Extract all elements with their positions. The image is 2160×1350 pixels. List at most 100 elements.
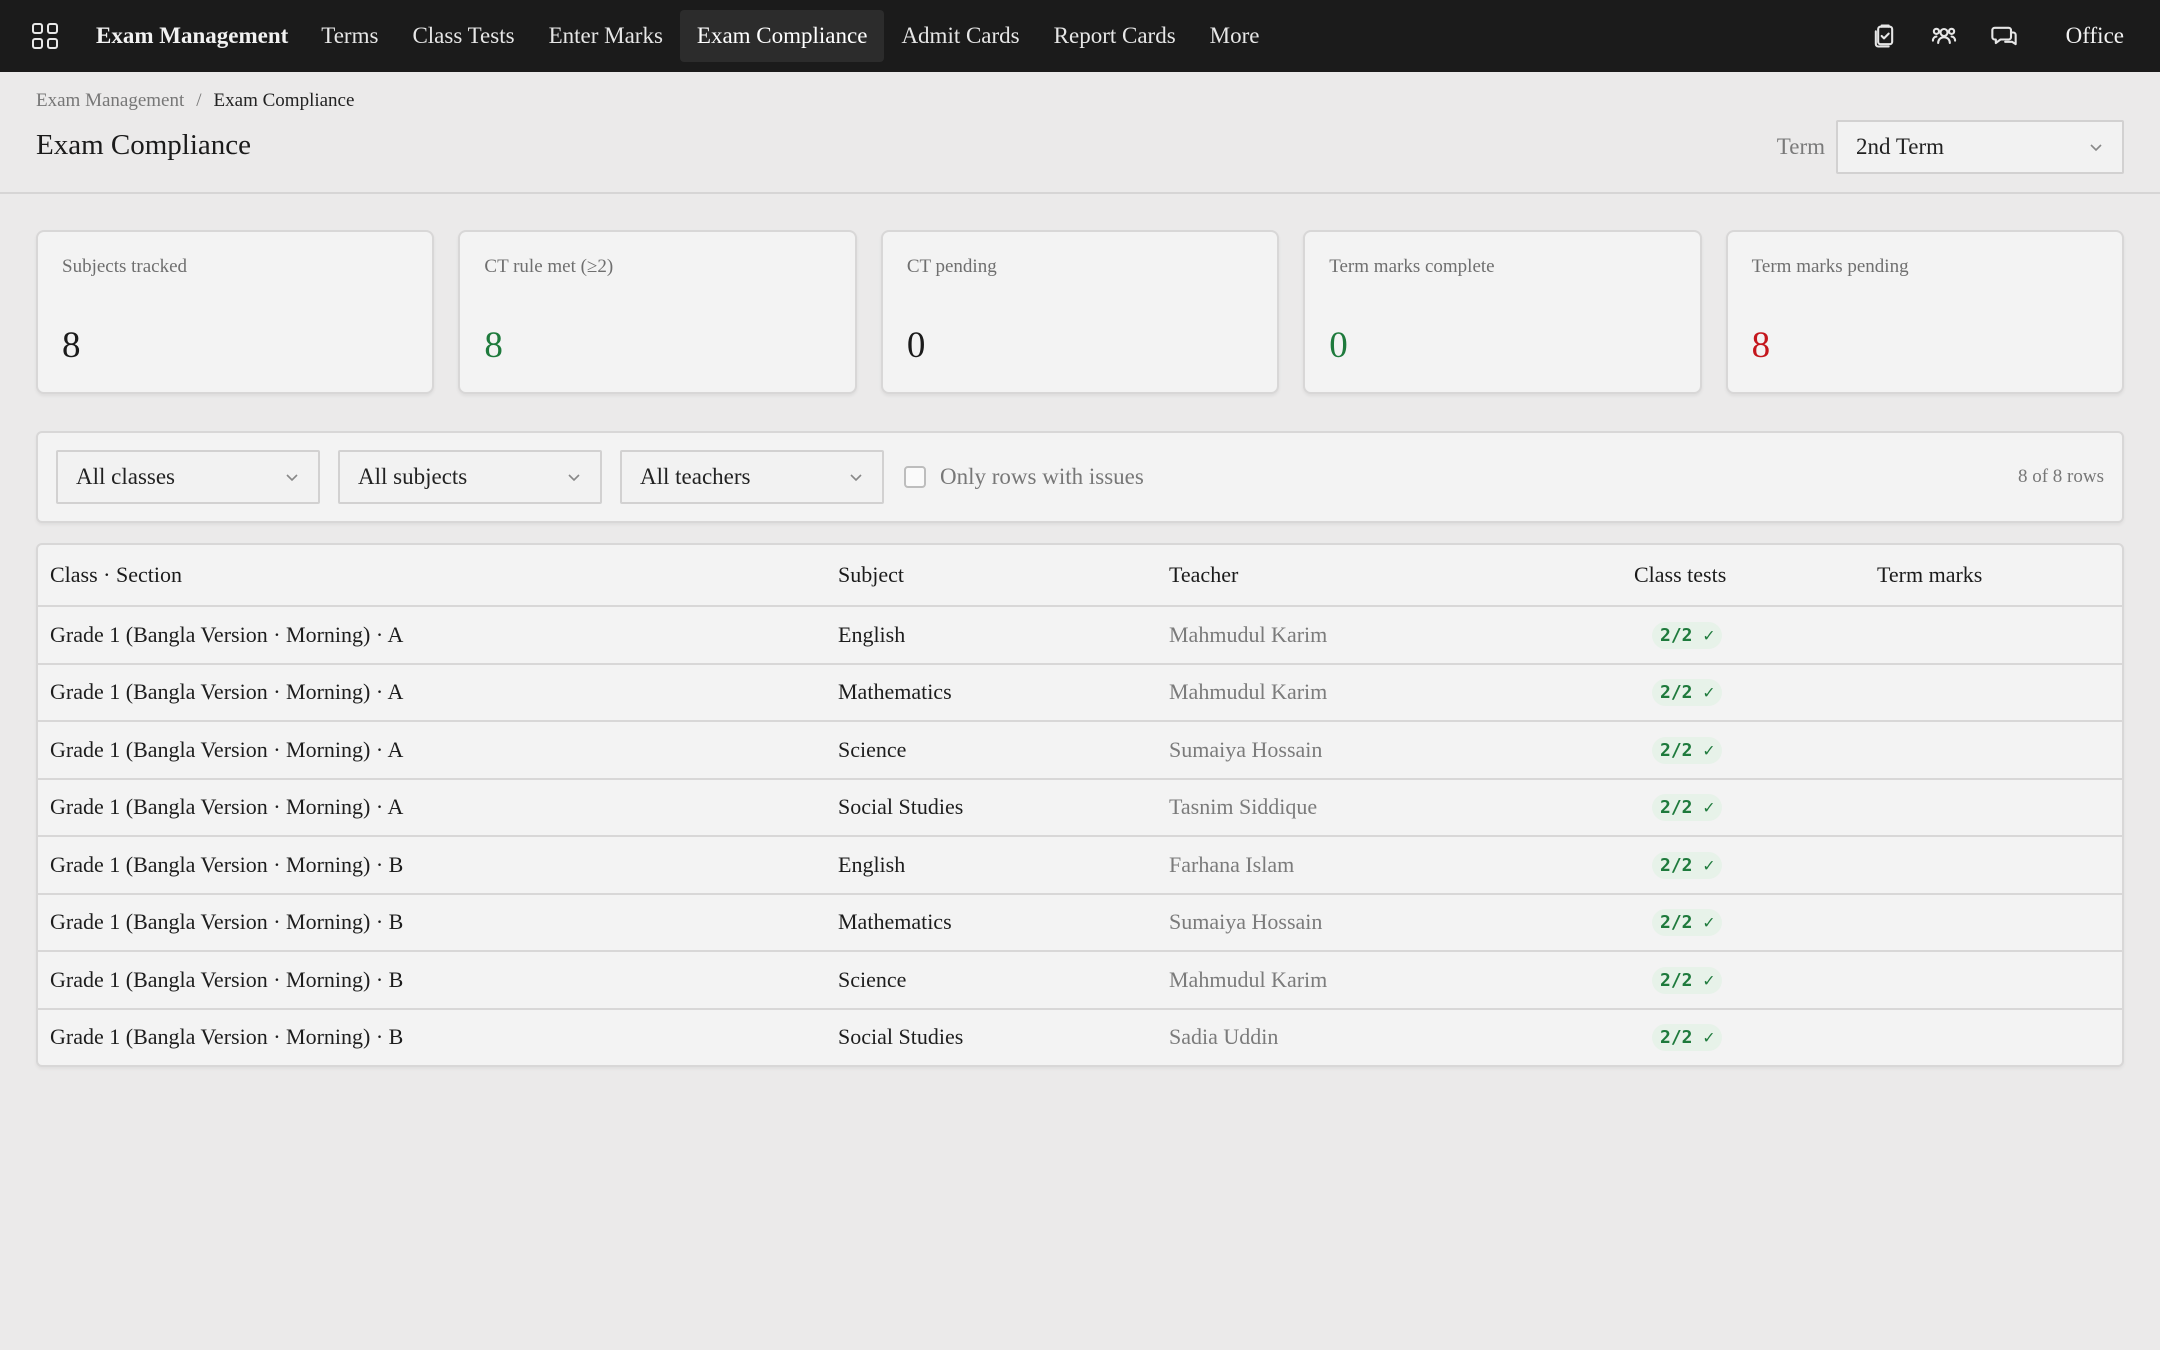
cell-subject: English (838, 621, 906, 647)
table-row[interactable]: Grade 1 (Bangla Version · Morning) · B S… (38, 950, 2122, 1008)
table-row[interactable]: Grade 1 (Bangla Version · Morning) · A S… (38, 720, 2122, 778)
table-row[interactable]: Grade 1 (Bangla Version · Morning) · A M… (38, 662, 2122, 721)
cell-class-section: Grade 1 (Bangla Version · Morning) · B (50, 966, 404, 992)
compliance-table: Class · Section Subject Teacher Class te… (36, 543, 2124, 1067)
cell-class-tests: 2/2 ✓ (1634, 908, 1877, 937)
stat-value: 0 (906, 325, 926, 366)
subject-filter-select[interactable]: All subjects (338, 450, 602, 504)
table-row[interactable]: Grade 1 (Bangla Version · Morning) · B M… (38, 892, 2122, 951)
term-label: Term (1776, 134, 1825, 159)
stat-card-term-marks-complete: Term marks complete 0 (1303, 230, 1702, 394)
users-icon[interactable] (1914, 0, 1974, 72)
cell-subject: Social Studies (838, 794, 964, 820)
top-navigation-bar: Exam Management Terms Class Tests Enter … (0, 0, 2160, 72)
stat-value: 8 (1751, 325, 1771, 366)
nav-link-report-cards[interactable]: Report Cards (1037, 10, 1193, 62)
ct-status-badge: 2/2 ✓ (1652, 621, 1723, 649)
stat-card-ct-rule-met: CT rule met (≥2) 8 (458, 230, 857, 394)
teacher-filter-value: All teachers (640, 464, 751, 489)
chevron-down-icon (850, 474, 862, 482)
cell-teacher: Sadia Uddin (1169, 1024, 1279, 1050)
nav-link-exam-compliance[interactable]: Exam Compliance (679, 10, 885, 62)
column-header-class-tests[interactable]: Class tests (1634, 562, 1877, 588)
cell-teacher: Mahmudul Karim (1169, 966, 1328, 992)
cell-teacher: Tasnim Siddique (1169, 794, 1318, 820)
term-select-value: 2nd Term (1856, 134, 1945, 159)
cell-subject: Mathematics (838, 679, 952, 705)
cell-class-section: Grade 1 (Bangla Version · Morning) · A (50, 794, 404, 820)
stat-label: CT pending (906, 256, 997, 277)
term-select[interactable]: 2nd Term (1836, 120, 2124, 174)
stat-card-term-marks-pending: Term marks pending 8 (1725, 230, 2125, 394)
column-header-class[interactable]: Class · Section (38, 562, 838, 588)
nav-link-more[interactable]: More (1193, 10, 1277, 62)
stat-value: 8 (484, 325, 503, 366)
cell-teacher: Farhana Islam (1169, 851, 1295, 877)
cell-teacher: Sumaiya Hossain (1169, 736, 1323, 762)
chevron-down-icon (286, 474, 298, 482)
cell-subject: English (838, 851, 906, 877)
subject-filter-value: All subjects (358, 464, 468, 489)
stat-label: Term marks pending (1751, 256, 1909, 277)
cell-subject: Science (838, 736, 907, 762)
cell-teacher: Mahmudul Karim (1169, 679, 1328, 705)
row-count: 8 of 8 rows (2017, 466, 2104, 487)
nav-brand[interactable]: Exam Management (80, 23, 304, 49)
ct-status-badge: 2/2 ✓ (1652, 679, 1723, 707)
cell-class-section: Grade 1 (Bangla Version · Morning) · B (50, 1024, 404, 1050)
cell-teacher: Mahmudul Karim (1169, 621, 1328, 647)
column-header-teacher[interactable]: Teacher (1169, 562, 1634, 588)
cell-class-tests: 2/2 ✓ (1634, 736, 1877, 764)
nav-link-terms[interactable]: Terms (304, 10, 395, 62)
cell-teacher: Sumaiya Hossain (1169, 909, 1323, 935)
office-menu[interactable]: Office (2066, 23, 2124, 49)
nav-links: Terms Class Tests Enter Marks Exam Compl… (304, 0, 1276, 72)
cell-class-tests: 2/2 ✓ (1634, 678, 1877, 707)
table-row[interactable]: Grade 1 (Bangla Version · Morning) · B E… (38, 835, 2122, 893)
cell-subject: Science (838, 966, 907, 992)
cell-class-section: Grade 1 (Bangla Version · Morning) · A (50, 736, 404, 762)
table-row[interactable]: Grade 1 (Bangla Version · Morning) · A E… (38, 605, 2122, 663)
table-row[interactable]: Grade 1 (Bangla Version · Morning) · B S… (38, 1007, 2122, 1066)
cell-class-section: Grade 1 (Bangla Version · Morning) · A (50, 679, 404, 705)
filter-bar: All classes All subjects All teachers On… (36, 431, 2124, 523)
app-grid-icon[interactable] (32, 23, 58, 49)
nav-link-enter-marks[interactable]: Enter Marks (532, 10, 680, 62)
ct-status-badge: 2/2 ✓ (1652, 909, 1723, 937)
class-filter-value: All classes (76, 464, 176, 489)
ct-status-badge: 2/2 ✓ (1652, 851, 1723, 879)
cell-subject: Social Studies (838, 1024, 964, 1050)
teacher-filter-select[interactable]: All teachers (620, 450, 884, 504)
column-header-subject[interactable]: Subject (838, 562, 1169, 588)
cell-class-section: Grade 1 (Bangla Version · Morning) · B (50, 909, 404, 935)
ct-status-badge: 2/2 ✓ (1652, 1024, 1723, 1052)
breadcrumb-separator: / (196, 90, 202, 111)
class-filter-select[interactable]: All classes (56, 450, 320, 504)
table-header-row: Class · Section Subject Teacher Class te… (38, 545, 2122, 605)
nav-right-group: Office (1854, 0, 2124, 72)
issues-only-label[interactable]: Only rows with issues (940, 464, 1144, 490)
ct-status-badge: 2/2 ✓ (1652, 794, 1723, 822)
cell-class-tests: 2/2 ✓ (1634, 966, 1877, 994)
nav-link-class-tests[interactable]: Class Tests (395, 10, 531, 62)
cell-class-section: Grade 1 (Bangla Version · Morning) · B (50, 851, 404, 877)
cell-class-tests: 2/2 ✓ (1634, 851, 1877, 879)
chat-icon[interactable] (1974, 0, 2034, 72)
stat-value: 0 (1329, 325, 1348, 366)
table-row[interactable]: Grade 1 (Bangla Version · Morning) · A S… (38, 777, 2122, 836)
breadcrumb-current: Exam Compliance (213, 90, 355, 111)
chevron-down-icon (568, 474, 580, 482)
column-header-term-marks[interactable]: Term marks (1877, 562, 2117, 588)
clipboard-check-icon[interactable] (1854, 0, 1914, 72)
stat-value: 8 (62, 325, 81, 366)
stat-cards: Subjects tracked 8 CT rule met (≥2) 8 CT… (36, 230, 2125, 394)
issues-only-checkbox[interactable] (904, 466, 926, 488)
nav-link-admit-cards[interactable]: Admit Cards (884, 10, 1036, 62)
breadcrumb-parent-link[interactable]: Exam Management (36, 90, 184, 112)
cell-class-section: Grade 1 (Bangla Version · Morning) · A (50, 621, 404, 647)
page-title: Exam Compliance (36, 129, 252, 161)
cell-class-tests: 2/2 ✓ (1634, 621, 1877, 649)
ct-status-badge: 2/2 ✓ (1652, 966, 1723, 994)
page-header: Exam Management / Exam Compliance Exam C… (0, 72, 2160, 194)
cell-subject: Mathematics (838, 909, 952, 935)
